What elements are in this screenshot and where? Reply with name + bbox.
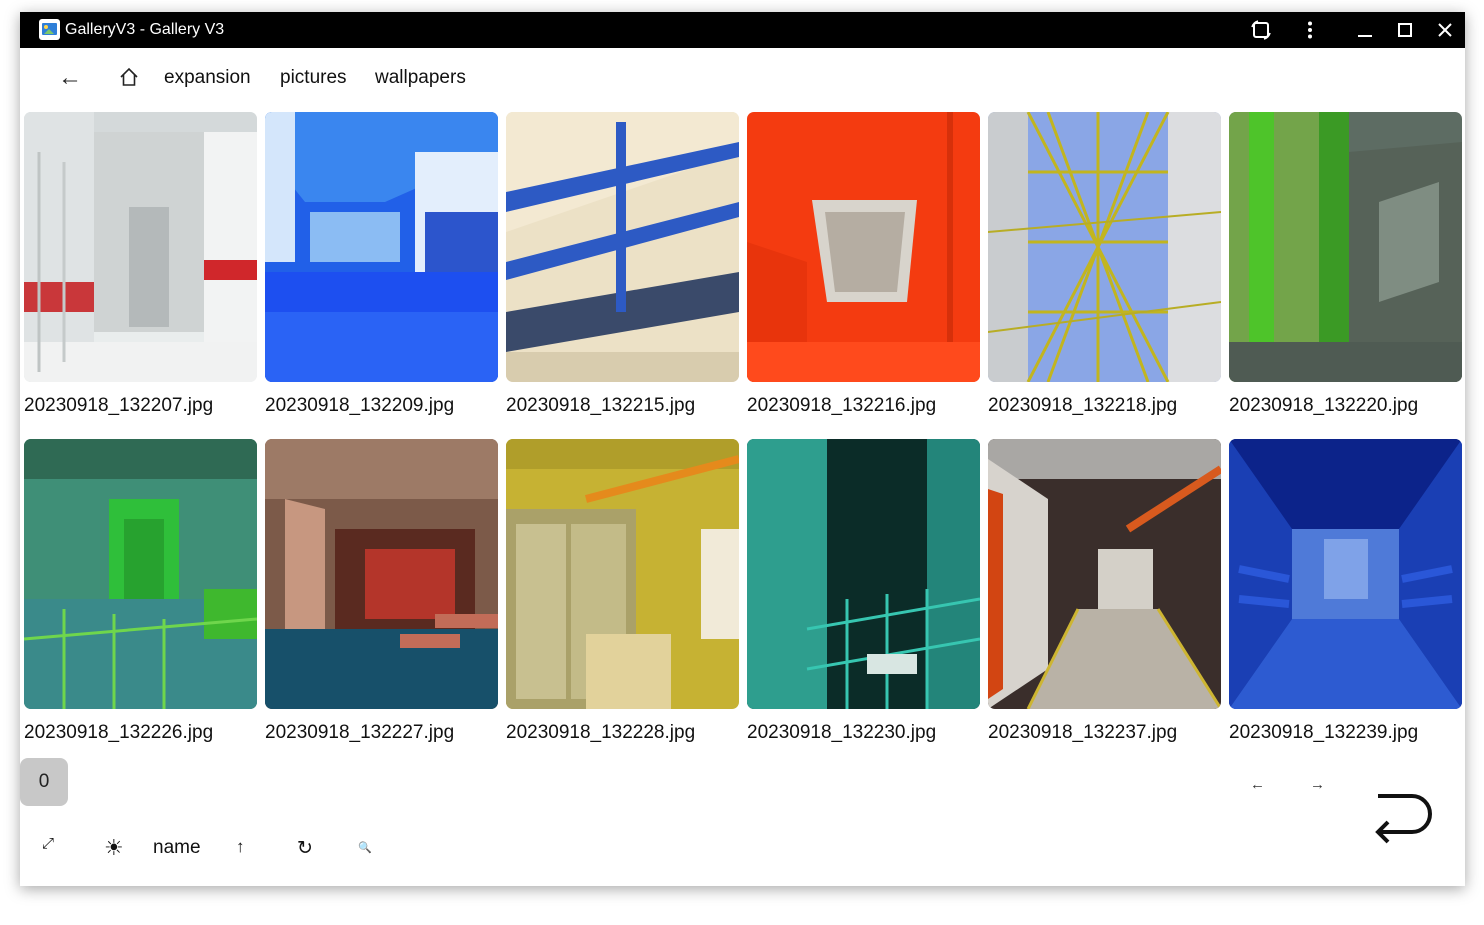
back-button[interactable]: ← — [58, 66, 82, 90]
rotate-screen-icon — [1251, 20, 1271, 40]
minimize-icon — [1358, 35, 1372, 37]
thumbnail-image[interactable] — [24, 112, 257, 382]
theme-toggle-icon[interactable]: ☀ — [104, 835, 124, 861]
expand-icon[interactable]: ⤢ — [42, 835, 54, 852]
next-page-button[interactable]: → — [1310, 776, 1325, 793]
thumbnail-image[interactable] — [265, 112, 498, 382]
maximize-button[interactable] — [1385, 12, 1425, 48]
thumbnail-image[interactable] — [747, 439, 980, 709]
file-name: 20230918_132207.jpg — [24, 395, 214, 416]
previous-page-button[interactable]: ← — [1250, 776, 1265, 793]
file-name: 20230918_132237.jpg — [988, 722, 1178, 743]
file-name: 20230918_132216.jpg — [747, 395, 937, 416]
thumbnail-image[interactable] — [506, 439, 739, 709]
title-bar: GalleryV3 - Gallery V3 — [20, 12, 1465, 48]
breadcrumb-wallpapers[interactable]: wallpapers — [375, 67, 466, 89]
thumbnail-image[interactable] — [265, 439, 498, 709]
file-name: 20230918_132215.jpg — [506, 395, 696, 416]
file-name: 20230918_132218.jpg — [988, 395, 1178, 416]
more-vert-icon — [1308, 21, 1312, 39]
search-icon[interactable]: 🔍 — [358, 841, 372, 854]
breadcrumb: ← expansion pictures wallpapers — [20, 48, 1465, 108]
bottom-toolbar: ⤢ ☀ name ↑ ↻ 🔍 — [20, 827, 1465, 877]
app-gallery-icon — [39, 19, 60, 40]
file-name: 20230918_132209.jpg — [265, 395, 455, 416]
rotate-screen-button[interactable] — [1241, 12, 1281, 48]
refresh-icon[interactable]: ↻ — [297, 837, 313, 860]
thumbnail-image[interactable] — [506, 112, 739, 382]
thumbnail-image[interactable] — [1229, 112, 1462, 382]
file-name: 20230918_132227.jpg — [265, 722, 455, 743]
close-button[interactable] — [1425, 12, 1465, 48]
thumbnail-image[interactable] — [24, 439, 257, 709]
thumbnail-image[interactable] — [988, 112, 1221, 382]
app-window: GalleryV3 - Gallery V3 ← expansion pictu… — [20, 12, 1465, 886]
file-name: 20230918_132230.jpg — [747, 722, 937, 743]
maximize-icon — [1398, 23, 1412, 37]
window-title: GalleryV3 - Gallery V3 — [65, 21, 225, 38]
file-name: 20230918_132226.jpg — [24, 722, 214, 743]
thumbnail-image[interactable] — [988, 439, 1221, 709]
return-icon[interactable] — [1372, 792, 1438, 848]
file-name: 20230918_132228.jpg — [506, 722, 696, 743]
thumbnail-image[interactable] — [1229, 439, 1462, 709]
file-name: 20230918_132239.jpg — [1229, 722, 1419, 743]
more-options-button[interactable] — [1290, 12, 1330, 48]
sort-direction-button[interactable]: ↑ — [236, 837, 245, 857]
sort-field-button[interactable]: name — [153, 837, 201, 859]
thumbnail-image[interactable] — [747, 112, 980, 382]
breadcrumb-expansion[interactable]: expansion — [164, 67, 251, 89]
selected-count-badge[interactable]: 0 — [20, 758, 68, 806]
breadcrumb-pictures[interactable]: pictures — [280, 67, 347, 89]
file-name: 20230918_132220.jpg — [1229, 395, 1419, 416]
close-icon — [1438, 23, 1452, 37]
minimize-button[interactable] — [1345, 12, 1385, 48]
home-icon[interactable] — [118, 66, 140, 88]
